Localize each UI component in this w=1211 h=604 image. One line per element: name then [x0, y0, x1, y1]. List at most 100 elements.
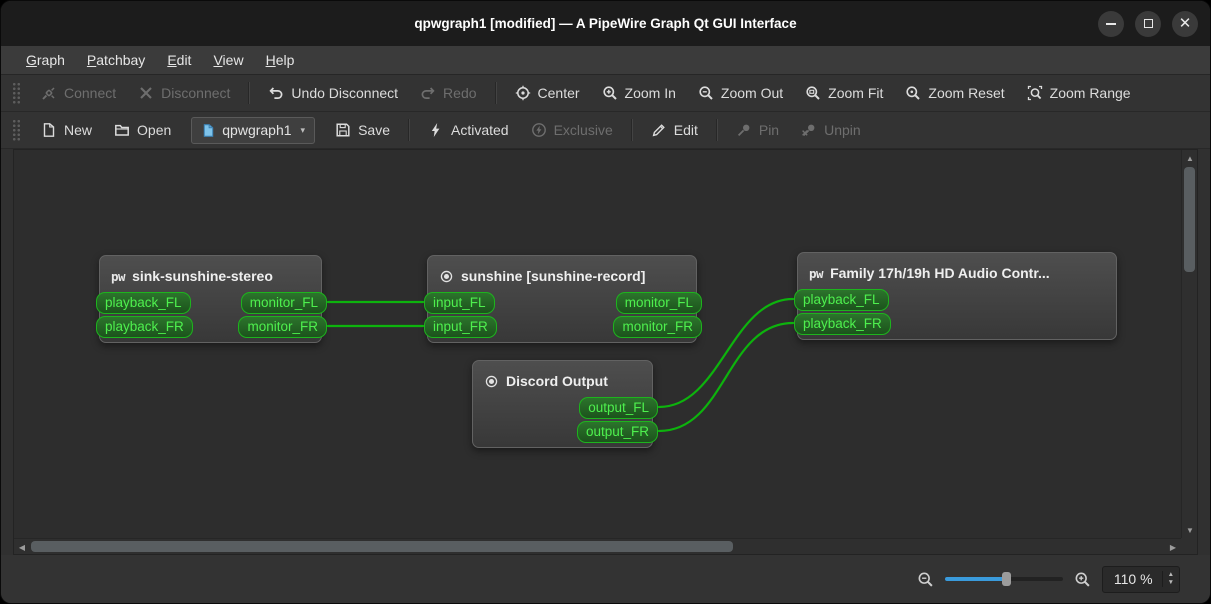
menu-edit[interactable]: Edit	[156, 49, 202, 71]
node-family-audio[interactable]: pw Family 17h/19h HD Audio Contr... play…	[794, 252, 1117, 340]
menu-view[interactable]: View	[202, 49, 254, 71]
port-monitor-fr[interactable]: monitor_FR	[613, 316, 702, 338]
horizontal-scrollbar[interactable]: ◀ ▶	[14, 538, 1181, 554]
spin-down-button[interactable]: ▼	[1168, 579, 1174, 587]
toolbar-patchbay: New Open qpwgraph1 ▾ Save Activated Excl…	[1, 112, 1210, 149]
close-button[interactable]: ✕	[1172, 10, 1198, 37]
scroll-up-arrow[interactable]: ▲	[1182, 150, 1198, 166]
menu-graph[interactable]: Graph	[15, 49, 76, 71]
port-input-fr[interactable]: input_FR	[424, 316, 497, 338]
spin-up-button[interactable]: ▲	[1168, 571, 1174, 579]
zoom-range-label: Zoom Range	[1049, 85, 1131, 101]
toolbar-grip[interactable]	[12, 119, 21, 141]
canvas-frame: pw sink-sunshine-stereo playback_FL moni…	[13, 149, 1198, 555]
zoom-fit-button[interactable]: Zoom Fit	[794, 80, 894, 106]
node-header: sunshine [sunshine-record]	[428, 256, 696, 292]
scroll-down-arrow[interactable]: ▼	[1182, 522, 1198, 538]
minimize-icon	[1106, 22, 1116, 25]
zoom-in-icon[interactable]	[1074, 571, 1091, 588]
disconnect-button[interactable]: Disconnect	[127, 80, 241, 106]
disconnect-icon	[140, 87, 152, 99]
node-title: Family 17h/19h HD Audio Contr...	[830, 265, 1050, 281]
port-monitor-fl[interactable]: monitor_FL	[240, 292, 327, 314]
open-button[interactable]: Open	[103, 117, 182, 143]
zoom-in-icon	[602, 86, 617, 100]
toolbar-main: Connect Disconnect Undo Disconnect Redo …	[1, 75, 1210, 112]
record-icon	[485, 375, 498, 387]
pin-button[interactable]: Pin	[725, 117, 790, 143]
connect-icon	[42, 87, 55, 100]
menu-help[interactable]: Help	[255, 49, 306, 71]
vertical-scrollbar-thumb[interactable]	[1184, 167, 1195, 272]
zoom-out-icon	[699, 86, 713, 100]
port-playback-fr[interactable]: playback_FR	[794, 313, 891, 335]
vertical-scrollbar[interactable]: ▲ ▼	[1181, 150, 1197, 538]
port-playback-fr[interactable]: playback_FR	[96, 316, 193, 338]
node-title: sink-sunshine-stereo	[132, 268, 273, 284]
horizontal-scrollbar-thumb[interactable]	[31, 541, 733, 552]
port-output-fr[interactable]: output_FR	[576, 421, 658, 443]
node-discord-output[interactable]: Discord Output output_FL output_FR	[472, 360, 658, 448]
graph-canvas[interactable]: pw sink-sunshine-stereo playback_FL moni…	[14, 150, 1181, 538]
activated-button[interactable]: Activated	[417, 117, 520, 143]
zoom-in-button[interactable]: Zoom In	[591, 80, 687, 106]
center-label: Center	[537, 85, 580, 101]
unpin-icon	[802, 124, 815, 137]
connect-button[interactable]: Connect	[30, 80, 127, 106]
toolbar-separator	[408, 119, 410, 141]
zoom-out-button[interactable]: Zoom Out	[687, 80, 794, 106]
node-sink-sunshine-stereo[interactable]: pw sink-sunshine-stereo playback_FL moni…	[96, 255, 327, 343]
undo-disconnect-button[interactable]: Undo Disconnect	[257, 80, 409, 106]
save-icon	[336, 123, 350, 137]
edit-label: Edit	[673, 122, 698, 138]
unpin-button[interactable]: Unpin	[790, 117, 872, 143]
maximize-button[interactable]	[1135, 10, 1161, 37]
scroll-left-arrow[interactable]: ◀	[14, 539, 30, 555]
port-input-fl[interactable]: input_FL	[424, 292, 495, 314]
zoom-slider-handle[interactable]	[1001, 572, 1011, 586]
node-header: Discord Output	[473, 361, 652, 397]
toolbar-grip[interactable]	[12, 82, 21, 104]
patchbay-combo[interactable]: qpwgraph1 ▾	[191, 116, 316, 144]
port-output-fl[interactable]: output_FL	[579, 397, 658, 419]
scroll-right-arrow[interactable]: ▶	[1165, 539, 1181, 555]
exclusive-button[interactable]: Exclusive	[520, 117, 624, 143]
app-window: qpwgraph1 [modified] — A PipeWire Graph …	[0, 0, 1211, 604]
pipewire-icon: pw	[809, 265, 824, 281]
port-monitor-fl[interactable]: monitor_FL	[615, 292, 702, 314]
node-title: Discord Output	[506, 373, 608, 389]
port-playback-fl[interactable]: playback_FL	[96, 292, 191, 314]
node-sunshine-record[interactable]: sunshine [sunshine-record] input_FL moni…	[424, 255, 702, 343]
new-file-icon	[43, 123, 55, 137]
zoom-spinbox[interactable]: 110 % ▲ ▼	[1101, 565, 1180, 593]
close-icon: ✕	[1178, 15, 1192, 32]
save-button[interactable]: Save	[324, 117, 401, 143]
disconnect-label: Disconnect	[161, 85, 231, 101]
zoom-range-icon	[1027, 85, 1042, 101]
center-button[interactable]: Center	[504, 80, 591, 106]
menu-patchbay[interactable]: Patchbay	[76, 49, 156, 71]
pin-label: Pin	[758, 122, 780, 138]
zoom-fit-label: Zoom Fit	[828, 85, 884, 101]
open-label: Open	[137, 122, 172, 138]
zoom-out-icon[interactable]	[917, 571, 934, 588]
edit-button[interactable]: Edit	[640, 117, 709, 143]
minimize-button[interactable]	[1098, 10, 1124, 37]
port-monitor-fr[interactable]: monitor_FR	[238, 316, 327, 338]
zoom-reset-button[interactable]: Zoom Reset	[894, 80, 1015, 106]
undo-disconnect-label: Undo Disconnect	[291, 85, 399, 101]
port-playback-fl[interactable]: playback_FL	[794, 289, 889, 311]
zoom-slider[interactable]	[944, 569, 1063, 589]
zoom-reset-icon	[906, 86, 921, 100]
toolbar-separator	[715, 119, 718, 141]
connect-label: Connect	[64, 85, 117, 101]
new-button[interactable]: New	[30, 117, 103, 143]
zoom-range-button[interactable]: Zoom Range	[1016, 80, 1142, 106]
redo-button[interactable]: Redo	[409, 80, 487, 106]
exclusive-icon	[531, 123, 546, 137]
zoom-value: 110 %	[1113, 571, 1153, 587]
zoom-slider-fill	[944, 577, 1006, 581]
maximize-icon	[1143, 19, 1153, 28]
node-header: pw sink-sunshine-stereo	[100, 256, 321, 292]
menubar: Graph Patchbay Edit View Help	[1, 46, 1210, 75]
